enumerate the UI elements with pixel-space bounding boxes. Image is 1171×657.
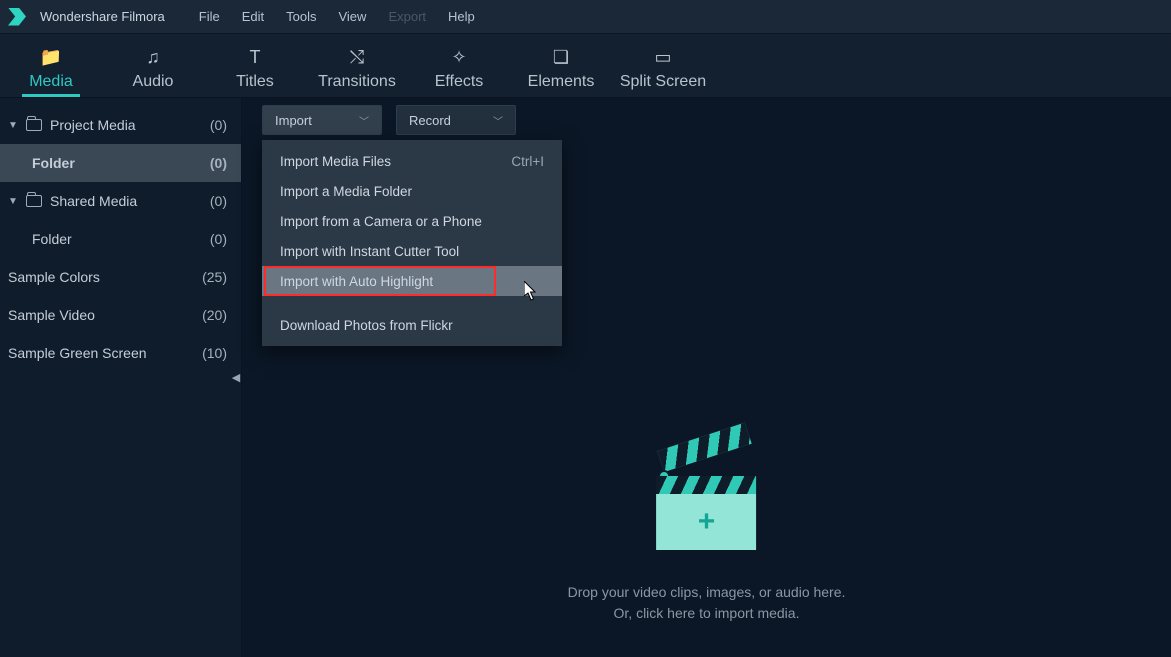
media-toolbar: Import ﹀ Record ﹀ xyxy=(242,98,1171,142)
app-logo-icon xyxy=(8,8,26,26)
menu-edit[interactable]: Edit xyxy=(242,9,264,24)
music-note-icon: ♫ xyxy=(102,45,204,69)
folder-icon xyxy=(26,119,42,131)
menu-item-download-flickr[interactable]: Download Photos from Flickr xyxy=(262,310,562,340)
sidebar-item-shared-media[interactable]: ▼ Shared Media (0) xyxy=(0,182,241,220)
tab-media[interactable]: 📁 Media xyxy=(0,45,102,97)
tab-elements[interactable]: ❏ Elements xyxy=(510,45,612,97)
tab-split-screen[interactable]: ▭ Split Screen xyxy=(612,45,714,97)
plus-icon: + xyxy=(698,505,716,539)
caret-down-icon: ▼ xyxy=(8,120,18,131)
sidebar-item-label: Project Media xyxy=(50,117,136,133)
workspace: ▼ Project Media (0) Folder (0) ▼ Shared Me… xyxy=(0,98,1171,657)
menu-item-label: Import with Auto Highlight xyxy=(280,274,433,289)
tab-label: Audio xyxy=(102,73,204,91)
dropzone-text-line1: Drop your video clips, images, or audio … xyxy=(568,582,846,603)
import-dropdown-button[interactable]: Import ﹀ xyxy=(262,105,382,135)
sidebar: ▼ Project Media (0) Folder (0) ▼ Shared Me… xyxy=(0,98,242,657)
sidebar-item-label: Folder xyxy=(32,155,75,171)
tab-effects[interactable]: ✧ Effects xyxy=(408,45,510,97)
sidebar-item-sample-video[interactable]: Sample Video (20) xyxy=(0,296,241,334)
clapperboard-icon: + xyxy=(657,470,757,550)
effects-icon: ✧ xyxy=(408,45,510,69)
tab-label: Effects xyxy=(408,73,510,91)
menubar: File Edit Tools View Export Help xyxy=(199,9,475,24)
elements-icon: ❏ xyxy=(510,45,612,69)
menu-help[interactable]: Help xyxy=(448,9,475,24)
tab-audio[interactable]: ♫ Audio xyxy=(102,45,204,97)
item-count: (0) xyxy=(210,117,227,133)
item-count: (25) xyxy=(202,269,227,285)
sidebar-item-label: Sample Green Screen xyxy=(8,345,147,361)
text-icon: T xyxy=(204,45,306,69)
caret-down-icon: ▼ xyxy=(8,196,18,207)
menu-item-label: Download Photos from Flickr xyxy=(280,318,453,333)
menu-item-import-instant-cutter[interactable]: Import with Instant Cutter Tool xyxy=(262,236,562,266)
menu-item-label: Import a Media Folder xyxy=(280,184,412,199)
collapse-sidebar-handle[interactable]: ◀ xyxy=(230,353,242,403)
dropzone-text-line2: Or, click here to import media. xyxy=(568,603,846,624)
import-dropdown-menu: Import Media Files Ctrl+I Import a Media… xyxy=(262,140,562,346)
menu-item-label: Import with Instant Cutter Tool xyxy=(280,244,459,259)
chevron-down-icon: ﹀ xyxy=(359,113,369,128)
menu-item-import-media-folder[interactable]: Import a Media Folder xyxy=(262,176,562,206)
item-count: (10) xyxy=(202,345,227,361)
sidebar-item-folder-selected[interactable]: Folder (0) xyxy=(0,144,241,182)
tab-label: Elements xyxy=(510,73,612,91)
menu-file[interactable]: File xyxy=(199,9,220,24)
tab-transitions[interactable]: ⤭ Transitions xyxy=(306,45,408,97)
menu-item-import-media-files[interactable]: Import Media Files Ctrl+I xyxy=(262,146,562,176)
menu-item-label: Import Media Files xyxy=(280,154,391,169)
sidebar-item-folder[interactable]: Folder (0) xyxy=(0,220,241,258)
menu-item-import-camera-phone[interactable]: Import from a Camera or a Phone xyxy=(262,206,562,236)
sidebar-item-label: Shared Media xyxy=(50,193,137,209)
sidebar-item-label: Sample Video xyxy=(8,307,95,323)
tab-label: Split Screen xyxy=(612,73,714,91)
dropdown-label: Record xyxy=(409,113,451,128)
main-panel: Import ﹀ Record ﹀ Import Media Files Ctr… xyxy=(242,98,1171,657)
dropdown-label: Import xyxy=(275,113,312,128)
tabbar: 📁 Media ♫ Audio T Titles ⤭ Transitions ✧… xyxy=(0,34,1171,98)
split-screen-icon: ▭ xyxy=(612,45,714,69)
item-count: (0) xyxy=(210,231,227,247)
tab-titles[interactable]: T Titles xyxy=(204,45,306,97)
menu-separator xyxy=(262,296,562,310)
folder-icon: 📁 xyxy=(0,45,102,69)
chevron-down-icon: ﹀ xyxy=(493,113,503,128)
tab-label: Transitions xyxy=(306,73,408,91)
menu-item-label: Import from a Camera or a Phone xyxy=(280,214,482,229)
menu-item-shortcut: Ctrl+I xyxy=(511,154,544,169)
item-count: (20) xyxy=(202,307,227,323)
tab-label: Titles xyxy=(204,73,306,91)
item-count: (0) xyxy=(210,155,227,171)
menu-item-import-auto-highlight[interactable]: Import with Auto Highlight xyxy=(262,266,562,296)
menu-export: Export xyxy=(388,9,426,24)
tab-label: Media xyxy=(0,73,102,91)
sidebar-item-sample-colors[interactable]: Sample Colors (25) xyxy=(0,258,241,296)
media-drop-zone[interactable]: + Drop your video clips, images, or audi… xyxy=(568,470,846,624)
sidebar-item-label: Sample Colors xyxy=(8,269,100,285)
item-count: (0) xyxy=(210,193,227,209)
record-dropdown-button[interactable]: Record ﹀ xyxy=(396,105,516,135)
titlebar: Wondershare Filmora File Edit Tools View… xyxy=(0,0,1171,34)
folder-icon xyxy=(26,195,42,207)
menu-view[interactable]: View xyxy=(338,9,366,24)
transitions-icon: ⤭ xyxy=(306,45,408,69)
menu-tools[interactable]: Tools xyxy=(286,9,316,24)
app-title: Wondershare Filmora xyxy=(40,9,165,24)
sidebar-item-project-media[interactable]: ▼ Project Media (0) xyxy=(0,106,241,144)
sidebar-item-label: Folder xyxy=(32,231,72,247)
sidebar-item-sample-green-screen[interactable]: Sample Green Screen (10) xyxy=(0,334,241,372)
